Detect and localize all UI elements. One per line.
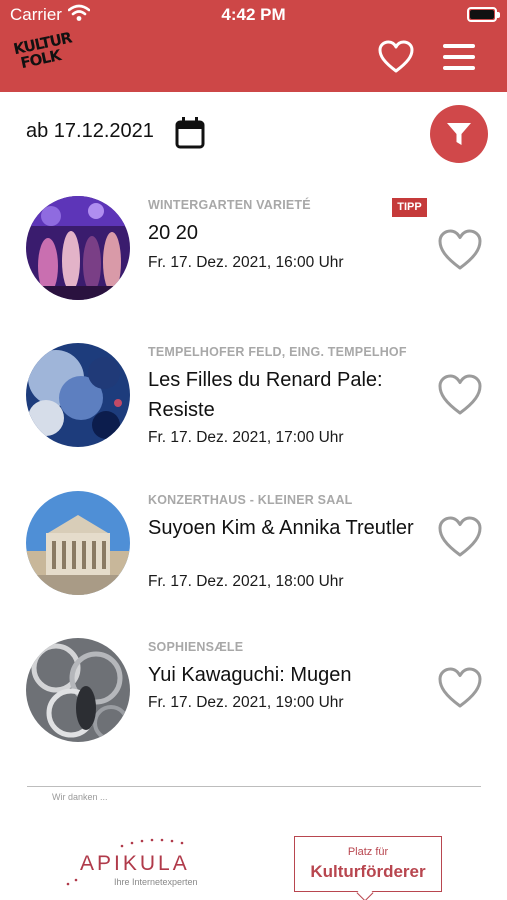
event-venue: WINTERGARTEN VARIETÉ	[148, 198, 311, 212]
menu-icon[interactable]	[443, 44, 475, 70]
event-image	[26, 638, 130, 742]
filter-button[interactable]	[430, 105, 488, 163]
favorite-heart-icon[interactable]	[436, 228, 484, 272]
apikula-tagline: Ihre Internetexperten	[114, 877, 198, 887]
favorite-heart-icon[interactable]	[436, 515, 484, 559]
event-title[interactable]: Yui Kawaguchi: Mugen	[148, 660, 418, 690]
battery-icon	[467, 7, 500, 22]
event-venue: TEMPELHOFER FELD, EING. TEMPELHOF	[148, 345, 407, 359]
event-datetime: Fr. 17. Dez. 2021, 18:00 Uhr	[148, 573, 344, 590]
event-venue: KONZERTHAUS - KLEINER SAAL	[148, 493, 353, 507]
date-label[interactable]: ab 17.12.2021	[26, 120, 154, 143]
clock: 4:42 PM	[221, 5, 286, 24]
calendar-icon[interactable]	[174, 116, 206, 150]
event-image	[26, 491, 130, 595]
event-datetime: Fr. 17. Dez. 2021, 19:00 Uhr	[148, 694, 344, 711]
tipp-badge: TIPP	[392, 198, 427, 217]
event-image	[26, 196, 130, 300]
event-title[interactable]: Les Filles du Renard Pale: Resiste	[148, 365, 418, 425]
favorites-heart-icon[interactable]	[378, 40, 414, 74]
event-datetime: Fr. 17. Dez. 2021, 17:00 Uhr	[148, 429, 344, 446]
event-title[interactable]: 20 20	[148, 218, 418, 248]
sponsor-apikula[interactable]: APIKULA Ihre Internetexperten	[62, 834, 222, 890]
event-image	[26, 343, 130, 447]
footer-divider	[27, 786, 481, 787]
favorite-heart-icon[interactable]	[436, 666, 484, 710]
event-venue: SOPHIENSÆLE	[148, 640, 244, 654]
event-item[interactable]: SOPHIENSÆLE Yui Kawaguchi: Mugen Fr. 17.…	[0, 638, 507, 758]
sponsor-line-2: Kulturförderer	[310, 862, 426, 881]
kulturfolk-logo[interactable]: KULTUR FOLK	[12, 29, 79, 84]
event-item[interactable]: KONZERTHAUS - KLEINER SAAL Suyoen Kim & …	[0, 491, 507, 611]
filter-icon	[447, 123, 471, 145]
app-header: Carrier 4:42 PM KULTUR FOLK	[0, 0, 507, 92]
event-item[interactable]: WINTERGARTEN VARIETÉ TIPP 20 20 Fr. 17. …	[0, 196, 507, 316]
apikula-logo-text: APIKULA	[80, 852, 190, 875]
status-bar: Carrier 4:42 PM	[0, 0, 507, 30]
sponsor-line-1: Platz für	[347, 846, 389, 858]
event-datetime: Fr. 17. Dez. 2021, 16:00 Uhr	[148, 254, 344, 271]
event-title[interactable]: Suyoen Kim & Annika Treutler	[148, 513, 418, 543]
favorite-heart-icon[interactable]	[436, 373, 484, 417]
date-filter-bar: ab 17.12.2021	[0, 100, 507, 170]
thanks-label: Wir danken ...	[52, 792, 108, 802]
event-item[interactable]: TEMPELHOFER FELD, EING. TEMPELHOF Les Fi…	[0, 343, 507, 463]
sponsor-placeholder[interactable]: Platz für Kulturförderer	[294, 836, 442, 900]
